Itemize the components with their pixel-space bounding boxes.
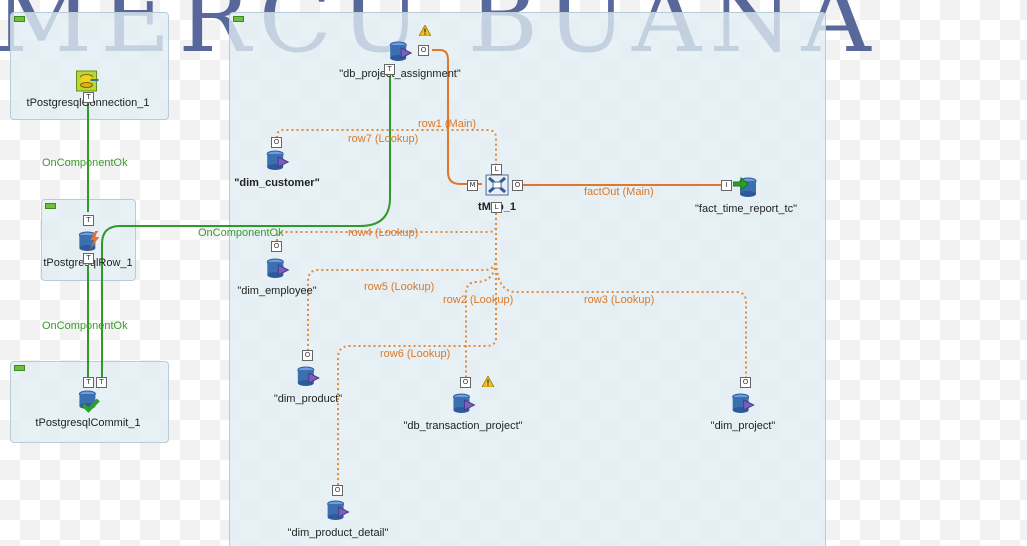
port-detail-out[interactable]: O (332, 485, 343, 496)
port-commit-in-1[interactable]: T (83, 377, 94, 388)
port-row-out[interactable]: T (83, 253, 94, 264)
port-assignment-out[interactable]: O (418, 45, 429, 56)
connection-label-row7[interactable]: row7 (Lookup) (348, 133, 418, 145)
component-label: tPostgresqlCommit_1 (35, 417, 141, 429)
component-label: "fact_time_report_tc" (695, 203, 797, 215)
component-label: "dim_project" (710, 420, 776, 432)
connection-label-row3[interactable]: row3 (Lookup) (584, 294, 654, 306)
port-connection-trigger[interactable]: T (83, 92, 94, 103)
connection-label-factout[interactable]: factOut (Main) (584, 186, 654, 198)
connection-label-row5[interactable]: row5 (Lookup) (364, 281, 434, 293)
connection-label-oncomponentok[interactable]: OnComponentOk (42, 157, 128, 169)
lookup-row2[interactable] (465, 257, 497, 381)
component-label: "db_transaction_project" (403, 420, 523, 432)
database-input-icon (295, 364, 321, 390)
component-fact-time-report[interactable]: "fact_time_report_tc" (695, 174, 797, 215)
component-postgresql-commit[interactable]: tPostgresqlCommit_1 (35, 388, 141, 429)
database-input-icon (325, 498, 351, 524)
component-db-transaction-project[interactable]: "db_transaction_project" (403, 391, 523, 432)
port-tmap-lookup-bottom[interactable]: L (491, 202, 502, 213)
connection-label-row1[interactable]: row1 (Main) (418, 118, 476, 130)
postgresql-row-icon (75, 228, 101, 254)
component-label: "dim_product_detail" (287, 527, 389, 539)
port-fact-in[interactable]: I (721, 180, 732, 191)
component-dim-project[interactable]: "dim_project" (710, 391, 776, 432)
port-transaction-out[interactable]: O (460, 377, 471, 388)
warning-icon[interactable] (418, 24, 432, 39)
component-label: "dim_product" (273, 393, 343, 405)
port-assignment-trigger[interactable]: T (384, 64, 395, 75)
port-tmap-out[interactable]: O (512, 180, 523, 191)
database-input-icon (264, 256, 290, 282)
port-row-in[interactable]: T (83, 215, 94, 226)
component-label: "db_project_assignment" (339, 68, 461, 80)
postgresql-connection-icon (75, 68, 101, 94)
connection-label-oncomponentok[interactable]: OnComponentOk (198, 227, 284, 239)
connection-wires (87, 49, 747, 489)
database-input-icon (450, 391, 476, 417)
tmap-icon (484, 172, 510, 198)
port-tmap-lookup-top[interactable]: L (491, 164, 502, 175)
warning-icon[interactable] (481, 375, 495, 390)
component-dim-customer[interactable]: "dim_customer" (234, 148, 320, 189)
database-input-icon (387, 39, 413, 65)
component-label: "dim_customer" (234, 177, 320, 189)
port-tmap-main[interactable]: M (467, 180, 478, 191)
component-dim-product[interactable]: "dim_product" (274, 364, 342, 405)
lookup-row3[interactable] (495, 257, 747, 381)
connection-label-row4[interactable]: row4 (Lookup) (348, 227, 418, 239)
postgresql-commit-icon (75, 388, 101, 414)
database-input-icon (730, 391, 756, 417)
database-output-icon (732, 174, 759, 200)
port-employee-out[interactable]: O (271, 241, 282, 252)
connection-label-oncomponentok[interactable]: OnComponentOk (42, 320, 128, 332)
component-label: "dim_employee" (237, 285, 317, 297)
connection-label-row2[interactable]: row2 (Lookup) (443, 294, 513, 306)
database-input-icon (264, 148, 290, 174)
port-project-out[interactable]: O (740, 377, 751, 388)
port-customer-out[interactable]: O (271, 137, 282, 148)
port-product-out[interactable]: O (302, 350, 313, 361)
component-dim-employee[interactable]: "dim_employee" (237, 256, 317, 297)
component-db-project-assignment[interactable]: "db_project_assignment" (339, 39, 461, 80)
component-dim-product-detail[interactable]: "dim_product_detail" (287, 498, 389, 539)
connection-label-row6[interactable]: row6 (Lookup) (380, 348, 450, 360)
port-commit-in-2[interactable]: T (96, 377, 107, 388)
